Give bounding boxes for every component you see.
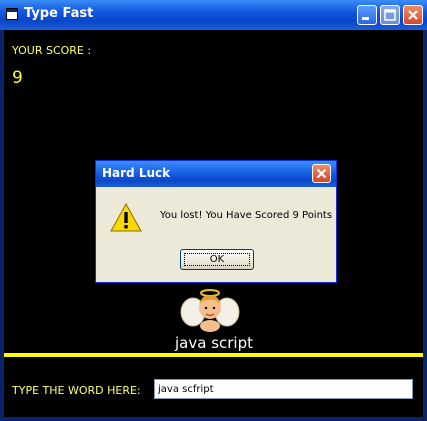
score-label: YOUR SCORE : (12, 44, 92, 57)
score-value: 9 (12, 68, 23, 88)
type-word-label: TYPE THE WORD HERE: (12, 384, 141, 397)
close-button[interactable] (403, 5, 423, 25)
divider (4, 353, 423, 357)
close-icon (408, 10, 418, 20)
warning-icon (110, 202, 142, 232)
minimize-icon (362, 17, 369, 20)
current-word: java script (175, 334, 253, 352)
maximize-icon (384, 9, 396, 21)
dialog-titlebar[interactable]: Hard Luck (96, 161, 336, 187)
close-icon (316, 168, 327, 179)
word-input[interactable] (154, 379, 413, 399)
focus-outline (184, 253, 250, 266)
app-window-icon (6, 8, 18, 20)
angel-image (180, 289, 240, 332)
dialog-close-button[interactable] (312, 164, 331, 183)
minimize-button[interactable] (357, 5, 377, 25)
hard-luck-dialog: Hard Luck You lost! You Have Scored 9 Po… (95, 160, 337, 283)
window-title: Type Fast (24, 6, 94, 21)
dialog-message: You lost! You Have Scored 9 Points (160, 210, 333, 221)
ok-button[interactable]: OK (180, 249, 254, 270)
maximize-button[interactable] (380, 5, 400, 25)
window-titlebar[interactable]: Type Fast (0, 0, 427, 30)
dialog-title: Hard Luck (102, 166, 171, 180)
